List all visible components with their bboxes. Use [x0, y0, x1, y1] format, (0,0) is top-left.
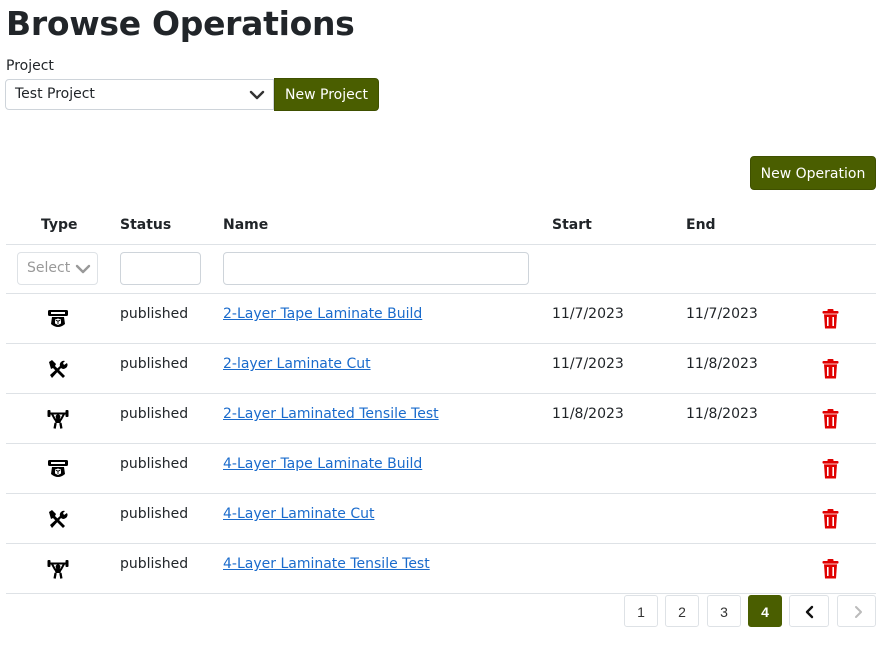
row-name-cell: 2-Layer Laminated Tensile Test — [223, 406, 439, 422]
type-filter-select[interactable]: Select — [17, 252, 98, 285]
new-operation-button[interactable]: New Operation — [750, 156, 876, 190]
trash-icon[interactable] — [822, 359, 839, 379]
chevron-right-icon — [855, 606, 862, 618]
table-row: published 2-Layer Laminated Tensile Test 1… — [0, 394, 882, 444]
pagination-page-2[interactable]: 2 — [665, 595, 699, 627]
row-end-date: 11/8/2023 — [686, 356, 758, 372]
row-start-date: 11/7/2023 — [552, 356, 624, 372]
row-status: published — [120, 556, 189, 572]
tensile-test-icon — [47, 559, 69, 579]
row-name-cell: 2-Layer Tape Laminate Build — [223, 306, 422, 322]
column-header-name[interactable]: Name — [223, 217, 268, 233]
row-name-cell: 4-Layer Laminate Cut — [223, 506, 375, 522]
row-name-cell: 2-layer Laminate Cut — [223, 356, 371, 372]
column-header-end[interactable]: End — [686, 217, 716, 233]
table-row: published 2-layer Laminate Cut 11/7/2023 11… — [0, 344, 882, 394]
build-plate-icon — [47, 459, 69, 479]
trash-icon[interactable] — [822, 309, 839, 329]
row-name-cell: 4-Layer Laminate Tensile Test — [223, 556, 430, 572]
pagination-page-3[interactable]: 3 — [707, 595, 741, 627]
pagination-page-4[interactable]: 4 — [748, 595, 782, 627]
row-divider — [6, 593, 876, 594]
trash-icon[interactable] — [822, 409, 839, 429]
row-start-date: 11/8/2023 — [552, 406, 624, 422]
chevron-down-icon — [249, 90, 265, 100]
type-filter-placeholder: Select — [27, 260, 71, 276]
trash-icon[interactable] — [822, 559, 839, 579]
row-start-date: 11/7/2023 — [552, 306, 624, 322]
status-filter-input[interactable] — [120, 252, 201, 285]
operation-link[interactable]: 4-Layer Tape Laminate Build — [223, 456, 422, 472]
row-status: published — [120, 306, 189, 322]
table-row: published 2-Layer Tape Laminate Build 11/7… — [0, 294, 882, 344]
row-status: published — [120, 356, 189, 372]
operation-link[interactable]: 2-Layer Laminated Tensile Test — [223, 406, 439, 422]
project-select[interactable]: Test Project — [5, 79, 274, 110]
page-title: Browse Operations — [6, 4, 355, 43]
new-project-button[interactable]: New Project — [274, 78, 379, 111]
column-header-status[interactable]: Status — [120, 217, 171, 233]
row-status: published — [120, 406, 189, 422]
build-plate-icon — [47, 309, 69, 329]
column-header-start[interactable]: Start — [552, 217, 592, 233]
project-label: Project — [6, 58, 54, 74]
header-divider — [6, 244, 876, 245]
row-name-cell: 4-Layer Tape Laminate Build — [223, 456, 422, 472]
row-end-date: 11/8/2023 — [686, 406, 758, 422]
pagination-next-button[interactable] — [837, 595, 876, 627]
tools-icon — [47, 509, 69, 529]
trash-icon[interactable] — [822, 509, 839, 529]
column-header-type[interactable]: Type — [41, 217, 78, 233]
pagination-prev-button[interactable] — [789, 595, 829, 627]
row-status: published — [120, 456, 189, 472]
operation-link[interactable]: 4-Layer Laminate Cut — [223, 506, 375, 522]
name-filter-input[interactable] — [223, 252, 529, 285]
table-row: published 4-Layer Laminate Cut — [0, 494, 882, 544]
chevron-left-icon — [805, 605, 814, 619]
operation-link[interactable]: 4-Layer Laminate Tensile Test — [223, 556, 430, 572]
table-row: published 4-Layer Laminate Tensile Test — [0, 544, 882, 594]
project-select-value: Test Project — [15, 86, 95, 102]
row-status: published — [120, 506, 189, 522]
pagination-page-1[interactable]: 1 — [624, 595, 658, 627]
operation-link[interactable]: 2-layer Laminate Cut — [223, 356, 371, 372]
table-row: published 4-Layer Tape Laminate Build — [0, 444, 882, 494]
trash-icon[interactable] — [822, 459, 839, 479]
tools-icon — [47, 359, 69, 379]
row-end-date: 11/7/2023 — [686, 306, 758, 322]
tensile-test-icon — [47, 409, 69, 429]
operation-link[interactable]: 2-Layer Tape Laminate Build — [223, 306, 422, 322]
chevron-down-icon — [75, 264, 91, 274]
